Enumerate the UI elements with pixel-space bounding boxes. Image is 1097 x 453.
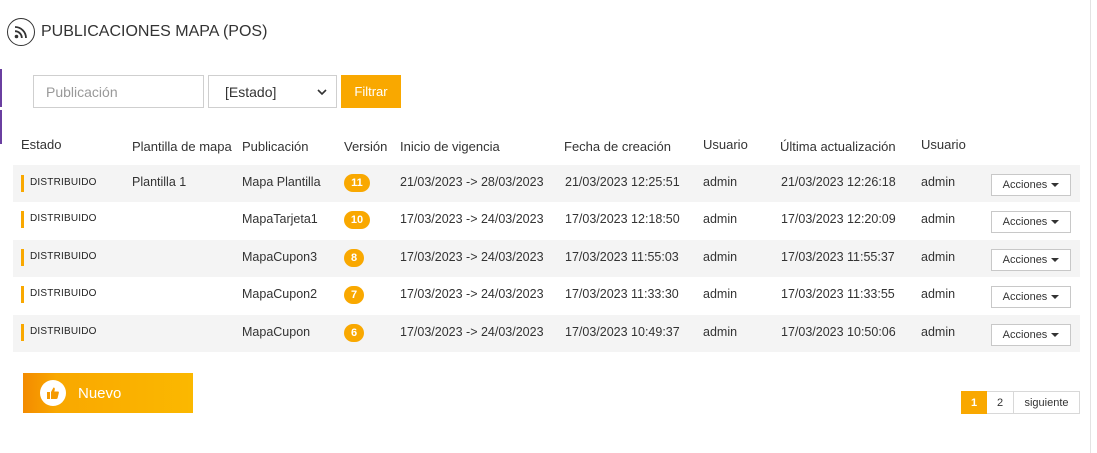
page-2-button[interactable]: 2 [987,391,1014,414]
template-cell: Plantilla 1 [132,175,187,189]
header-fecha-creacion[interactable]: Fecha de creación [564,139,671,154]
validity-cell: 17/03/2023 -> 24/03/2023 [400,250,544,264]
version-badge: 8 [344,249,364,267]
actions-label: Acciones [1002,254,1048,266]
user-cell: admin [703,175,738,189]
user-cell-2: admin [921,175,956,189]
publication-cell: MapaCupon [242,325,311,339]
user-cell: admin [703,212,738,226]
header-version[interactable]: Versión [344,139,387,154]
status-indicator [21,249,24,266]
created-cell: 17/03/2023 10:49:37 [565,325,680,339]
actions-button[interactable]: Acciones [991,324,1071,346]
updated-cell: 17/03/2023 12:20:09 [781,212,896,226]
filter-button[interactable]: Filtrar [341,75,401,108]
sidebar-stripe-top [0,69,2,107]
user-cell: admin [703,287,738,301]
actions-label: Acciones [1002,179,1048,191]
updated-cell: 17/03/2023 11:55:37 [781,250,895,264]
version-badge: 7 [344,286,364,304]
actions-button[interactable]: Acciones [991,211,1071,233]
actions-label: Acciones [1002,216,1048,228]
header-usuario-2[interactable]: Usuario [921,137,966,152]
status-label: DISTRIBUIDO [30,213,97,224]
publication-cell: MapaTarjeta1 [242,212,318,226]
next-page-button[interactable]: siguiente [1014,391,1080,414]
chevron-down-icon [317,89,327,96]
status-indicator [21,175,24,192]
actions-label: Acciones [1002,329,1048,341]
created-cell: 17/03/2023 11:33:30 [565,287,679,301]
header-estado[interactable]: Estado [21,137,61,152]
header-ultima-actualizacion[interactable]: Última actualización [780,139,896,154]
user-cell-2: admin [921,212,956,226]
validity-cell: 17/03/2023 -> 24/03/2023 [400,212,544,226]
status-label: DISTRIBUIDO [30,251,97,262]
updated-cell: 17/03/2023 11:33:55 [781,287,895,301]
caret-down-icon [1051,295,1060,299]
updated-cell: 21/03/2023 12:26:18 [781,175,896,189]
version-badge: 11 [344,174,370,192]
table-row: DISTRIBUIDO MapaTarjeta1 10 17/03/2023 -… [13,202,1080,239]
publication-cell: MapaCupon3 [242,250,318,264]
table-row: DISTRIBUIDO MapaCupon 6 17/03/2023 -> 24… [13,315,1080,352]
actions-button[interactable]: Acciones [991,249,1071,271]
state-select[interactable]: [Estado] [208,75,337,108]
created-cell: 17/03/2023 11:55:03 [565,250,679,264]
page-title: PUBLICACIONES MAPA (POS) [41,23,268,40]
version-badge: 10 [344,211,370,229]
pagination: 1 2 siguiente [961,391,1080,414]
validity-cell: 21/03/2023 -> 28/03/2023 [400,175,544,189]
created-cell: 17/03/2023 12:18:50 [565,212,680,226]
caret-down-icon [1051,258,1060,262]
right-divider [1090,0,1091,453]
thumbs-up-icon [40,380,66,406]
rss-icon [7,18,35,46]
publication-search-input[interactable] [33,75,204,108]
header-plantilla[interactable]: Plantilla de mapa [132,139,232,154]
header-inicio-vigencia[interactable]: Inicio de vigencia [400,139,500,154]
user-cell: admin [703,325,738,339]
new-button[interactable]: Nuevo [23,373,193,413]
table-row: DISTRIBUIDO MapaCupon2 7 17/03/2023 -> 2… [13,277,1080,314]
status-label: DISTRIBUIDO [30,177,97,188]
table-row: DISTRIBUIDO Plantilla 1 Mapa Plantilla 1… [13,165,1080,202]
user-cell-2: admin [921,287,956,301]
status-indicator [21,211,24,228]
status-label: DISTRIBUIDO [30,326,97,337]
status-indicator [21,286,24,303]
updated-cell: 17/03/2023 10:50:06 [781,325,896,339]
user-cell-2: admin [921,325,956,339]
caret-down-icon [1051,333,1060,337]
state-select-value: [Estado] [225,83,277,100]
header-usuario[interactable]: Usuario [703,137,748,152]
caret-down-icon [1051,220,1060,224]
actions-button[interactable]: Acciones [991,174,1071,196]
user-cell-2: admin [921,250,956,264]
sidebar-stripe-bottom [0,110,2,144]
page-header: PUBLICACIONES MAPA (POS) [7,17,267,47]
publication-cell: Mapa Plantilla [242,175,321,189]
new-button-label: Nuevo [78,384,122,402]
table-row: DISTRIBUIDO MapaCupon3 8 17/03/2023 -> 2… [13,240,1080,277]
validity-cell: 17/03/2023 -> 24/03/2023 [400,325,544,339]
validity-cell: 17/03/2023 -> 24/03/2023 [400,287,544,301]
header-publicacion[interactable]: Publicación [242,139,309,154]
status-label: DISTRIBUIDO [30,288,97,299]
actions-button[interactable]: Acciones [991,286,1071,308]
created-cell: 21/03/2023 12:25:51 [565,175,680,189]
user-cell: admin [703,250,738,264]
publication-cell: MapaCupon2 [242,287,318,301]
version-badge: 6 [344,324,364,342]
caret-down-icon [1051,183,1060,187]
actions-label: Acciones [1002,291,1048,303]
page-1-button[interactable]: 1 [961,391,987,414]
status-indicator [21,324,24,341]
